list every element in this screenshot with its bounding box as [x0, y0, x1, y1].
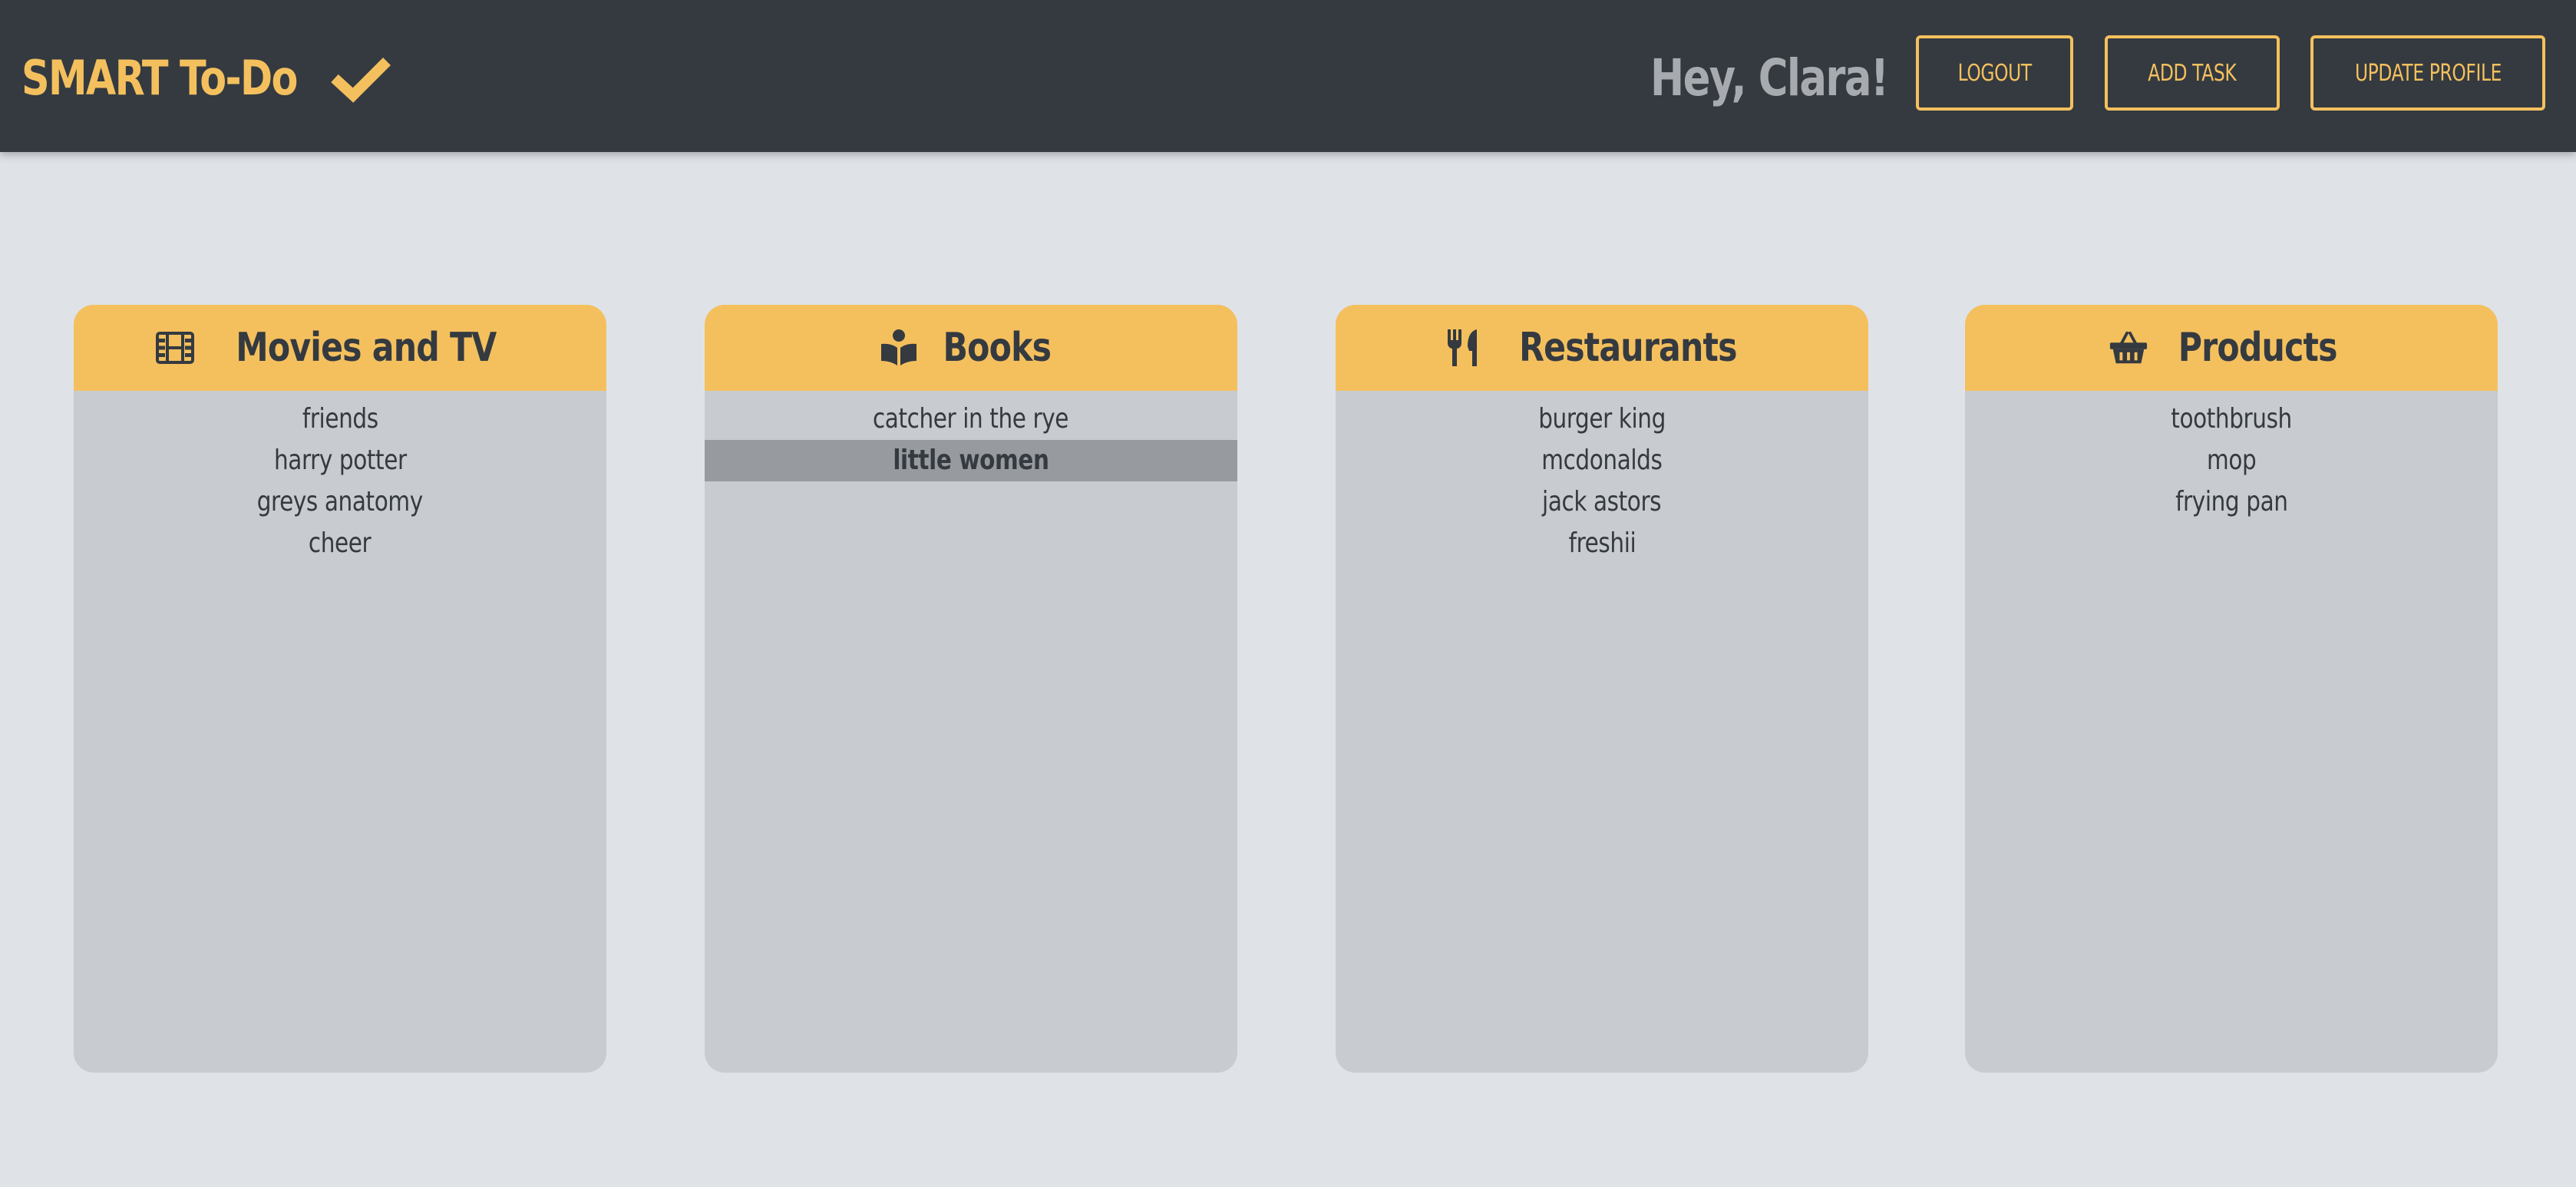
add-task-button[interactable]: ADD TASK: [2105, 35, 2280, 111]
user-greeting: Hey, Clara!: [1650, 48, 1889, 107]
add-task-button-label: ADD TASK: [2148, 59, 2237, 87]
category-card-movies-and-tv: Movies and TV friends harry potter greys…: [74, 305, 606, 1073]
category-card-products: Products toothbrush mop frying pan: [1965, 305, 2498, 1073]
list-item-label: cheer: [309, 527, 372, 559]
list-item[interactable]: mcdonalds: [1336, 440, 1868, 481]
list-item-label: jack astors: [1542, 486, 1662, 517]
list-item[interactable]: burger king: [1336, 398, 1868, 440]
list-item-label: frying pan: [2175, 486, 2288, 517]
card-title: Restaurants: [1519, 325, 1737, 371]
list-item-label: little women: [893, 445, 1049, 476]
card-title: Products: [2178, 325, 2338, 371]
card-header: Movies and TV: [74, 305, 606, 391]
card-header: Restaurants: [1336, 305, 1868, 391]
update-profile-button-label: UPDATE PROFILE: [2354, 59, 2502, 87]
list-item-label: friends: [302, 403, 378, 435]
category-card-restaurants: Restaurants burger king mcdonalds jack a…: [1336, 305, 1868, 1073]
film-icon: [155, 328, 195, 368]
list-item[interactable]: friends: [74, 398, 606, 440]
list-item[interactable]: toothbrush: [1965, 398, 2498, 440]
list-item-label: mop: [2206, 445, 2257, 476]
list-item-label: burger king: [1538, 403, 1666, 435]
top-navbar: SMART To-Do Hey, Clara! LOGOUT ADD TASK …: [0, 0, 2576, 152]
task-list: toothbrush mop frying pan: [1965, 391, 2498, 523]
task-list: catcher in the rye little women: [705, 391, 1237, 481]
list-item[interactable]: jack astors: [1336, 481, 1868, 523]
logout-button-label: LOGOUT: [1957, 59, 2032, 87]
list-item[interactable]: harry potter: [74, 440, 606, 481]
shopping-basket-icon: [2109, 328, 2148, 368]
brand[interactable]: SMART To-Do: [21, 43, 391, 112]
check-icon: [322, 54, 399, 104]
list-item-label: toothbrush: [2171, 403, 2292, 435]
category-card-books: Books catcher in the rye little women: [705, 305, 1237, 1073]
card-header: Books: [705, 305, 1237, 391]
list-item-label: harry potter: [273, 445, 407, 476]
task-list: burger king mcdonalds jack astors freshi…: [1336, 391, 1868, 564]
list-item[interactable]: mop: [1965, 440, 2498, 481]
update-profile-button[interactable]: UPDATE PROFILE: [2310, 35, 2545, 111]
list-item-label: greys anatomy: [256, 486, 424, 517]
card-header: Products: [1965, 305, 2498, 391]
card-title: Movies and TV: [236, 325, 497, 371]
book-reader-icon: [879, 328, 919, 368]
card-title: Books: [943, 325, 1052, 371]
list-item[interactable]: cheer: [74, 523, 606, 564]
list-item[interactable]: greys anatomy: [74, 481, 606, 523]
list-item-label: catcher in the rye: [873, 403, 1069, 435]
list-item-label: freshii: [1568, 527, 1636, 559]
utensils-icon: [1443, 328, 1483, 368]
list-item[interactable]: freshii: [1336, 523, 1868, 564]
list-item[interactable]: frying pan: [1965, 481, 2498, 523]
list-item[interactable]: catcher in the rye: [705, 398, 1237, 440]
logout-button[interactable]: LOGOUT: [1916, 35, 2073, 111]
task-list: friends harry potter greys anatomy cheer: [74, 391, 606, 564]
list-item-selected[interactable]: little women: [705, 440, 1237, 481]
brand-title: SMART To-Do: [21, 49, 298, 106]
list-item-label: mcdonalds: [1541, 445, 1663, 476]
